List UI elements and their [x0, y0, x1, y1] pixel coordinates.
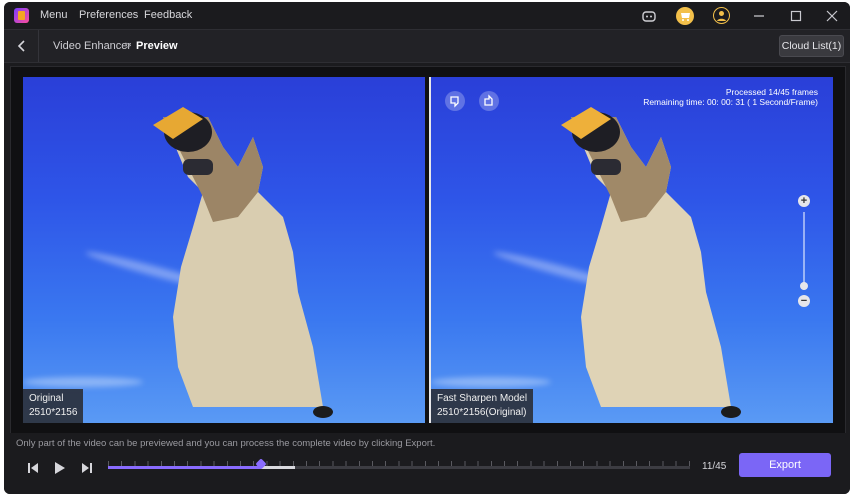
original-name: Original	[29, 393, 64, 404]
navigation-bar: Video Enhancer > Preview Cloud List(1)	[4, 29, 850, 63]
breadcrumb-preview: Preview	[136, 40, 178, 52]
enhanced-resolution: 2510*2156(Original)	[437, 407, 527, 418]
chevron-left-icon	[17, 40, 25, 52]
close-icon[interactable]	[822, 6, 842, 26]
processed-frames-text: Processed 14/45 frames	[725, 87, 818, 97]
app-logo-icon	[14, 8, 29, 23]
thumbs-up-button[interactable]	[479, 91, 499, 111]
breadcrumb-separator: >	[125, 40, 132, 52]
processing-status: Processed 14/45 frames Remaining time: 0…	[643, 87, 818, 107]
zoom-out-button[interactable]: −	[798, 295, 810, 307]
previous-frame-button[interactable]	[24, 459, 42, 477]
user-account-icon[interactable]	[713, 7, 730, 24]
next-frame-button[interactable]	[78, 459, 96, 477]
export-button[interactable]: Export	[739, 453, 831, 477]
menu-item-feedback[interactable]: Feedback	[144, 2, 192, 29]
zoom-in-button[interactable]: +	[798, 195, 810, 207]
title-bar: Menu Preferences Feedback	[4, 2, 850, 29]
original-label: Original 2510*2156	[23, 389, 84, 423]
divider	[38, 30, 39, 62]
thumbs-down-icon	[450, 96, 459, 108]
cart-icon[interactable]	[676, 7, 694, 25]
play-button[interactable]	[50, 459, 68, 477]
skier-image-enhanced	[561, 107, 741, 418]
zoom-slider-handle[interactable]	[800, 282, 808, 290]
frame-counter: 11/45	[702, 461, 727, 472]
enhanced-preview: Processed 14/45 frames Remaining time: 0…	[431, 77, 833, 423]
thumbs-up-icon	[484, 94, 493, 106]
cloud-list-button[interactable]: Cloud List(1)	[779, 35, 844, 57]
playback-footer: Only part of the video can be previewed …	[4, 433, 850, 494]
timeline-processed-fill	[261, 466, 296, 469]
thumbs-down-button[interactable]	[445, 91, 465, 111]
preview-hint: Only part of the video can be previewed …	[16, 438, 436, 449]
timeline-track[interactable]	[108, 466, 690, 469]
enhanced-label: Fast Sharpen Model 2510*2156(Original)	[431, 389, 534, 423]
play-icon	[55, 462, 65, 474]
original-resolution: 2510*2156	[29, 407, 78, 418]
timeline-current-fill	[108, 466, 262, 469]
discord-icon[interactable]	[640, 7, 658, 25]
model-name: Fast Sharpen Model	[437, 393, 528, 404]
original-preview: Original 2510*2156	[23, 77, 425, 423]
step-back-icon	[28, 463, 38, 473]
skier-image	[153, 107, 333, 418]
menu-item-preferences[interactable]: Preferences	[79, 2, 138, 29]
zoom-slider[interactable]	[803, 212, 805, 290]
preview-stage: Original 2510*2156 Processed 14/45 frame…	[10, 66, 846, 434]
maximize-icon[interactable]	[786, 6, 806, 26]
step-forward-icon	[82, 463, 92, 473]
menu-item-menu[interactable]: Menu	[40, 2, 68, 29]
breadcrumb-video-enhancer[interactable]: Video Enhancer	[53, 30, 131, 62]
minimize-icon[interactable]	[749, 6, 769, 26]
back-button[interactable]	[12, 36, 32, 56]
app-window: Menu Preferences Feedback Video Enhancer…	[4, 2, 850, 494]
remaining-time-text: Remaining time: 00: 00: 31 ( 1 Second/Fr…	[643, 97, 818, 107]
